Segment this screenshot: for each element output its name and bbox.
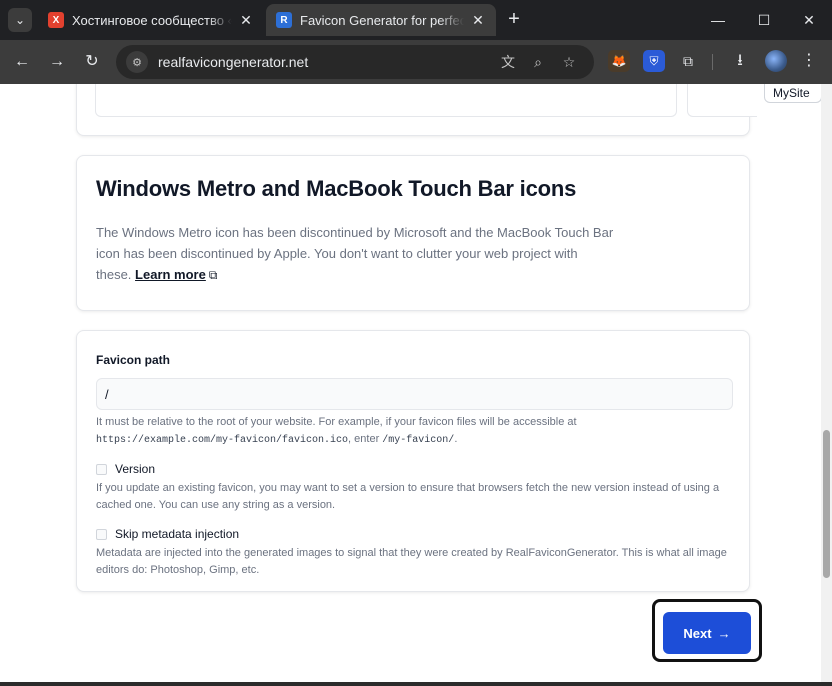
version-help: If you update an existing favicon, you m…	[96, 482, 720, 511]
learn-more-link[interactable]: Learn more	[135, 267, 206, 282]
address-bar[interactable]: ⚙ realfavicongenerator.net 文 ⌕ ☆	[116, 45, 594, 79]
profile-avatar[interactable]	[765, 50, 787, 72]
tab-search-icon[interactable]: ⌄	[8, 8, 32, 32]
version-label[interactable]: Version	[115, 462, 155, 476]
reload-icon[interactable]: ↻	[80, 50, 104, 74]
new-tab-icon[interactable]: +	[502, 8, 526, 32]
metro-touchbar-card: Windows Metro and MacBook Touch Bar icon…	[76, 155, 750, 311]
forward-icon[interactable]: →	[45, 50, 69, 74]
preview-box	[95, 84, 677, 117]
page-scrollbar[interactable]	[821, 84, 832, 682]
timeweb-favicon-icon: Х	[48, 12, 64, 28]
menu-kebab-icon[interactable]: ⋮	[798, 50, 820, 72]
site-info-icon[interactable]: ⚙	[126, 51, 148, 73]
skip-metadata-option: Skip metadata injection	[96, 527, 730, 541]
favicon-path-help: It must be relative to the root of your …	[96, 416, 577, 446]
mysite-preview-chip: MySite	[764, 84, 821, 103]
window-close-icon[interactable]: ✕	[797, 8, 821, 32]
translate-icon[interactable]: 文	[497, 51, 519, 73]
download-icon[interactable]: ⭳	[729, 50, 751, 72]
tab-title: Favicon Generator for perfect icons	[300, 12, 464, 28]
shield-extension-icon[interactable]: ⛨	[643, 50, 665, 72]
favicon-path-input[interactable]	[96, 378, 733, 410]
skip-metadata-label[interactable]: Skip metadata injection	[115, 527, 239, 541]
tab-timeweb[interactable]: Х Хостинговое сообщество «Timeweb» ✕	[38, 4, 264, 36]
skip-metadata-help: Metadata are injected into the generated…	[96, 547, 727, 576]
preview-card	[76, 84, 757, 136]
browser-toolbar: ← → ↻ ⚙ realfavicongenerator.net 文 ⌕ ☆ 🦊…	[0, 40, 832, 84]
close-tab-icon[interactable]: ✕	[470, 12, 486, 29]
fox-extension-icon[interactable]: 🦊	[608, 50, 630, 72]
back-icon[interactable]: ←	[10, 50, 34, 74]
next-button[interactable]: Next →	[663, 612, 751, 654]
tab-title: Хостинговое сообщество «Timeweb»	[72, 12, 232, 28]
skip-metadata-checkbox[interactable]	[96, 528, 107, 540]
tab-strip: ⌄ Х Хостинговое сообщество «Timeweb» ✕ R…	[0, 0, 832, 40]
scrollbar-thumb[interactable]	[823, 430, 830, 578]
window-bottom-edge	[0, 682, 832, 686]
section-title: Windows Metro and MacBook Touch Bar icon…	[96, 176, 577, 201]
toolbar-separator	[712, 54, 713, 70]
section-description: The Windows Metro icon has been disconti…	[96, 222, 616, 286]
minimize-icon[interactable]: —	[706, 8, 730, 32]
page-content: MySite Windows Metro and MacBook Touch B…	[0, 84, 821, 682]
tab-favicon-generator[interactable]: R Favicon Generator for perfect icons ✕	[266, 4, 496, 36]
favicon-settings-card: Favicon path It must be relative to the …	[76, 330, 750, 592]
arrow-right-icon: →	[717, 625, 731, 641]
url-text[interactable]: realfavicongenerator.net	[158, 54, 308, 70]
extensions-puzzle-icon[interactable]: ⧉	[677, 50, 699, 72]
bookmark-star-icon[interactable]: ☆	[558, 51, 580, 73]
preview-box	[687, 84, 757, 117]
favicon-path-label: Favicon path	[96, 353, 171, 367]
next-button-label: Next	[683, 625, 712, 641]
external-link-icon: ⧉	[208, 268, 218, 282]
zoom-icon[interactable]: ⌕	[527, 51, 549, 73]
version-option: Version	[96, 462, 730, 476]
realfavicon-favicon-icon: R	[276, 12, 292, 28]
close-tab-icon[interactable]: ✕	[238, 12, 254, 29]
maximize-icon[interactable]: ☐	[752, 8, 776, 32]
version-checkbox[interactable]	[96, 463, 107, 475]
